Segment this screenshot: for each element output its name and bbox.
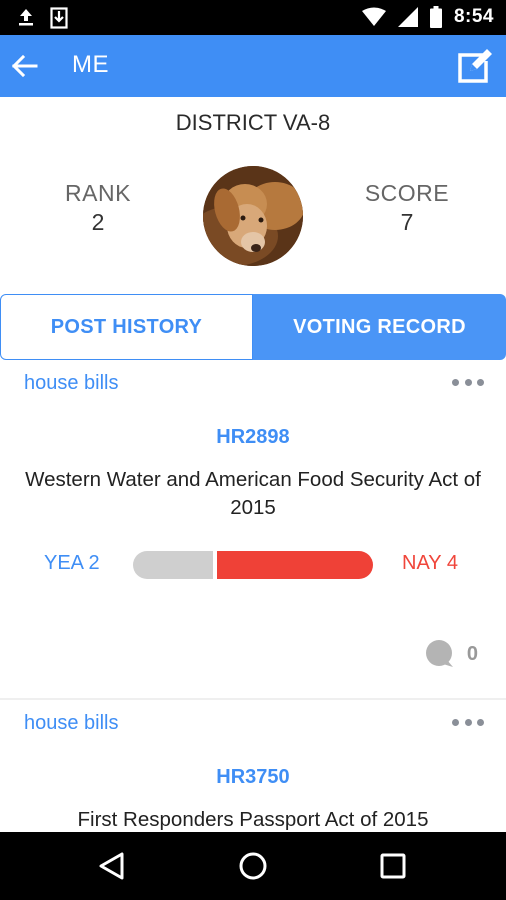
comments-button[interactable]: 0	[425, 640, 478, 668]
category-link[interactable]: house bills	[24, 372, 119, 395]
tab-voting-record[interactable]: VOTING RECORD	[253, 294, 506, 360]
page-title: ME	[72, 51, 109, 78]
voting-record-feed[interactable]: house bills HR2898 Western Water and Ame…	[0, 360, 506, 832]
vote-summary: YEA 2 NAY 4	[0, 550, 506, 580]
district-label: DISTRICT VA-8	[175, 110, 331, 135]
edit-icon[interactable]	[456, 47, 494, 85]
nav-recents-icon[interactable]	[377, 850, 409, 882]
more-options-icon[interactable]	[452, 374, 484, 390]
category-link[interactable]: house bills	[24, 712, 119, 735]
avatar[interactable]	[203, 166, 303, 266]
avatar-photo	[203, 166, 303, 266]
nav-back-icon[interactable]	[96, 850, 128, 882]
profile-tabs: POST HISTORY VOTING RECORD	[0, 294, 506, 360]
yea-bar-segment	[133, 551, 213, 579]
status-bar: 8:54	[0, 0, 506, 35]
nay-count: NAY 4	[402, 552, 458, 574]
comment-icon	[425, 640, 453, 667]
download-icon	[50, 7, 68, 29]
bill-card[interactable]: house bills HR2898 Western Water and Ame…	[0, 360, 506, 698]
score-stat: SCORE 7	[347, 180, 467, 236]
clock: 8:54	[453, 6, 494, 27]
navigation-bar	[0, 832, 506, 900]
bill-id[interactable]: HR2898	[0, 426, 506, 449]
wifi-icon	[361, 7, 386, 26]
app-bar: ME	[0, 35, 506, 97]
bill-name: Western Water and American Food Security…	[25, 468, 481, 519]
rank-value: 2	[91, 209, 105, 235]
cell-signal-icon	[397, 7, 418, 27]
tab-post-history[interactable]: POST HISTORY	[0, 294, 253, 360]
bill-name: First Responders Passport Act of 2015	[77, 808, 429, 831]
battery-icon	[429, 6, 442, 28]
rank-label: RANK	[65, 180, 131, 206]
rank-stat: RANK 2	[38, 180, 158, 236]
yea-count: YEA 2	[44, 552, 100, 574]
bill-card[interactable]: house bills HR3750 First Responders Pass…	[0, 700, 506, 832]
upload-icon	[19, 9, 33, 26]
nav-home-icon[interactable]	[237, 850, 269, 882]
nay-bar-segment	[216, 551, 373, 579]
score-value: 7	[400, 209, 414, 235]
vote-bar	[133, 551, 373, 579]
arrow-left-icon[interactable]	[10, 52, 38, 80]
more-options-icon[interactable]	[452, 714, 484, 730]
score-label: SCORE	[364, 180, 450, 206]
comment-count: 0	[466, 642, 478, 665]
bill-id[interactable]: HR3750	[0, 766, 506, 789]
